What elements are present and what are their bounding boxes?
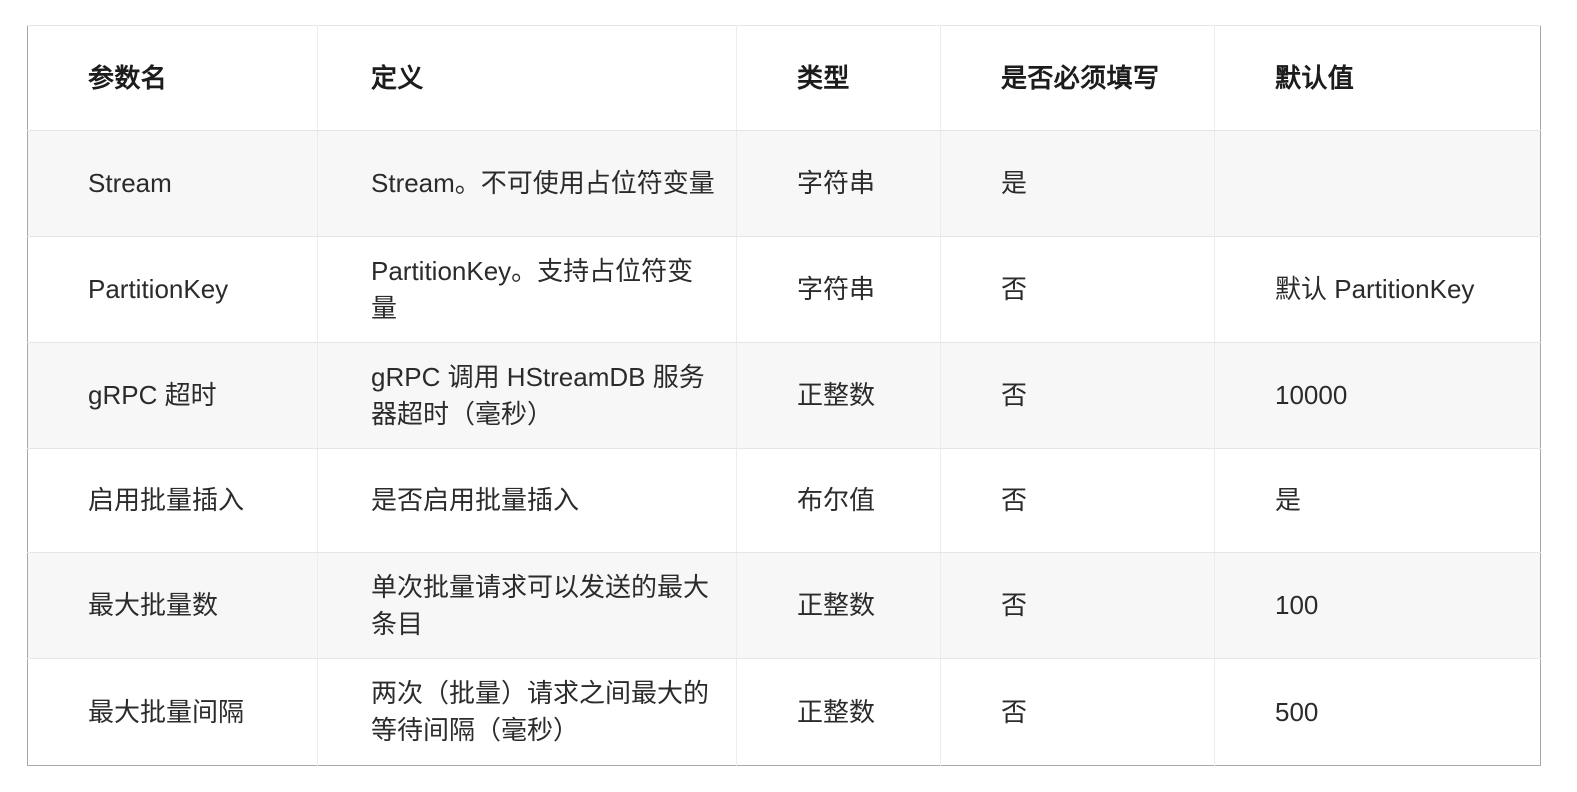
cell-definition: 单次批量请求可以发送的最大条目 <box>317 552 737 659</box>
cell-default-value: 10000 <box>1214 342 1541 449</box>
required-text: 否 <box>1001 274 1028 305</box>
column-header-param-name: 参数名 <box>27 25 318 131</box>
table-row: gRPC 超时 gRPC 调用 HStreamDB 服务器超时（毫秒） 正整数 … <box>27 342 1541 449</box>
param-name-text: Stream <box>88 168 172 199</box>
cell-param-name: Stream <box>27 130 318 237</box>
cell-required: 否 <box>940 552 1215 659</box>
type-text: 正整数 <box>797 696 876 727</box>
default-value-text: 500 <box>1275 696 1319 727</box>
parameter-reference-table: 参数名 定义 类型 是否必须填写 默认值 Stream Stream。不可使用占… <box>27 25 1541 766</box>
column-header-required: 是否必须填写 <box>940 25 1215 131</box>
cell-definition: 是否启用批量插入 <box>317 448 737 553</box>
table-header-row: 参数名 定义 类型 是否必须填写 默认值 <box>27 25 1541 131</box>
required-text: 否 <box>1001 590 1028 621</box>
param-name-text: 最大批量间隔 <box>88 696 245 727</box>
type-text: 字符串 <box>797 274 876 305</box>
column-header-type: 类型 <box>736 25 941 131</box>
table-header: 参数名 定义 类型 是否必须填写 默认值 <box>27 25 1541 131</box>
param-name-text: 最大批量数 <box>88 590 219 621</box>
required-text: 是 <box>1001 168 1028 199</box>
cell-type: 布尔值 <box>736 448 941 553</box>
cell-type: 正整数 <box>736 658 941 766</box>
cell-param-name: gRPC 超时 <box>27 342 318 449</box>
cell-definition: 两次（批量）请求之间最大的等待间隔（毫秒） <box>317 658 737 766</box>
default-value-text: 是 <box>1275 485 1302 516</box>
cell-definition: gRPC 调用 HStreamDB 服务器超时（毫秒） <box>317 342 737 449</box>
table-row: 启用批量插入 是否启用批量插入 布尔值 否 是 <box>27 448 1541 553</box>
param-name-text: PartitionKey <box>88 274 229 305</box>
definition-text: 两次（批量）请求之间最大的等待间隔（毫秒） <box>371 678 710 745</box>
default-value-text: 10000 <box>1275 380 1348 411</box>
cell-required: 是 <box>940 130 1215 237</box>
cell-default-value: 默认 PartitionKey <box>1214 236 1541 343</box>
table-row: PartitionKey PartitionKey。支持占位符变量 字符串 否 … <box>27 236 1541 343</box>
cell-param-name: PartitionKey <box>27 236 318 343</box>
cell-param-name: 启用批量插入 <box>27 448 318 553</box>
cell-type: 字符串 <box>736 130 941 237</box>
table-row: 最大批量间隔 两次（批量）请求之间最大的等待间隔（毫秒） 正整数 否 500 <box>27 658 1541 766</box>
cell-default-value <box>1214 130 1541 237</box>
required-text: 否 <box>1001 485 1028 516</box>
type-text: 正整数 <box>797 590 876 621</box>
definition-text: PartitionKey。支持占位符变量 <box>371 255 694 323</box>
definition-text: Stream。不可使用占位符变量 <box>371 168 715 199</box>
column-header-definition: 定义 <box>317 25 737 131</box>
table-row: Stream Stream。不可使用占位符变量 字符串 是 <box>27 130 1541 237</box>
cell-type: 正整数 <box>736 552 941 659</box>
cell-default-value: 是 <box>1214 448 1541 553</box>
cell-type: 正整数 <box>736 342 941 449</box>
type-text: 正整数 <box>797 380 876 411</box>
cell-required: 否 <box>940 342 1215 449</box>
cell-param-name: 最大批量间隔 <box>27 658 318 766</box>
required-text: 否 <box>1001 380 1028 411</box>
page-root: 参数名 定义 类型 是否必须填写 默认值 Stream Stream。不可使用占… <box>0 0 1577 792</box>
cell-definition: PartitionKey。支持占位符变量 <box>317 236 737 343</box>
cell-required: 否 <box>940 236 1215 343</box>
cell-required: 否 <box>940 658 1215 766</box>
definition-text: gRPC 调用 HStreamDB 服务器超时（毫秒） <box>371 361 705 429</box>
param-name-text: gRPC 超时 <box>88 380 217 411</box>
default-value-text <box>1275 183 1520 184</box>
cell-definition: Stream。不可使用占位符变量 <box>317 130 737 237</box>
param-name-text: 启用批量插入 <box>88 485 245 516</box>
cell-type: 字符串 <box>736 236 941 343</box>
cell-default-value: 100 <box>1214 552 1541 659</box>
table-row: 最大批量数 单次批量请求可以发送的最大条目 正整数 否 100 <box>27 552 1541 659</box>
definition-text: 单次批量请求可以发送的最大条目 <box>371 571 710 639</box>
default-value-text: 100 <box>1275 590 1319 621</box>
type-text: 字符串 <box>797 168 876 199</box>
cell-param-name: 最大批量数 <box>27 552 318 659</box>
type-text: 布尔值 <box>797 485 876 516</box>
required-text: 否 <box>1001 696 1028 727</box>
default-value-text: 默认 PartitionKey <box>1275 274 1475 305</box>
column-header-default-value: 默认值 <box>1214 25 1541 131</box>
definition-text: 是否启用批量插入 <box>371 485 580 516</box>
table-body: Stream Stream。不可使用占位符变量 字符串 是 PartitionK… <box>27 130 1541 766</box>
cell-default-value: 500 <box>1214 658 1541 766</box>
cell-required: 否 <box>940 448 1215 553</box>
